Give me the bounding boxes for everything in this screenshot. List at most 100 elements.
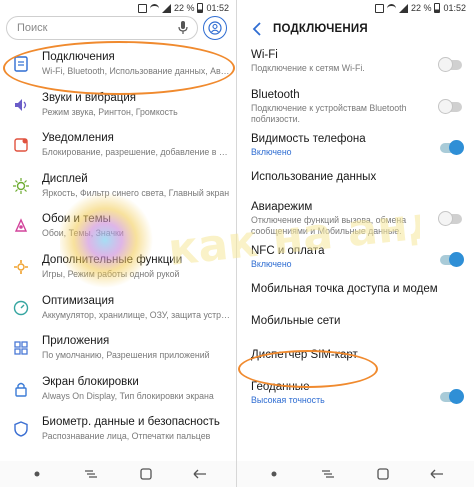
themes-icon <box>14 218 28 233</box>
connections-item[interactable]: NFC и оплата Включено <box>237 244 474 282</box>
connections-list: Wi-Fi Подключение к сетям Wi-Fi. Bluetooth… <box>237 48 474 420</box>
apps-icon <box>14 341 28 355</box>
connections-item-title: Видимость телефона <box>251 133 366 145</box>
search-placeholder: Поиск <box>17 22 48 34</box>
connections-item-title: Bluetooth <box>251 89 300 101</box>
connections-item-title: Мобильная точка доступа и модем <box>251 283 438 295</box>
toggle-switch[interactable] <box>440 389 464 404</box>
settings-item-biometrics[interactable]: Биометр. данные и безопасность Распознава… <box>0 411 237 452</box>
clock: 01:52 <box>443 3 466 13</box>
battery-icon <box>197 3 204 13</box>
connections-item-subtitle: Подключение к устройствам Bluetooth побл… <box>251 103 407 124</box>
settings-item-title: Приложения <box>42 335 110 348</box>
sim-icon <box>137 3 147 13</box>
settings-item-subtitle: Игры, Режим работы одной рукой <box>42 268 180 279</box>
toggle-switch[interactable] <box>438 57 462 72</box>
toggle-knob <box>449 389 464 404</box>
connections-item[interactable]: Видимость телефона Включено <box>237 132 474 170</box>
connections-item-title: NFC и оплата <box>251 245 325 257</box>
settings-item-connections[interactable]: Подключения Wi-Fi, Bluetooth, Использован… <box>0 46 237 87</box>
toggle-knob <box>438 211 453 226</box>
toggle-knob <box>438 99 453 114</box>
connections-item-subtitle: Включено <box>251 259 292 269</box>
connections-item[interactable]: Диспетчер SIM-карт <box>237 348 474 380</box>
settings-item-title: Уведомления <box>42 132 114 145</box>
settings-item-apps[interactable]: Приложения По умолчанию, Разрешения прило… <box>0 330 237 371</box>
toggle-switch[interactable] <box>440 252 464 267</box>
connections-item[interactable]: Мобильная точка доступа и модем <box>237 282 474 314</box>
settings-item-title: Дисплей <box>42 172 88 185</box>
toggle-switch[interactable] <box>440 140 464 155</box>
connections-item-title: Диспетчер SIM-карт <box>251 349 358 361</box>
microphone-icon[interactable] <box>175 20 191 36</box>
connections-item[interactable]: Wi-Fi Подключение к сетям Wi-Fi. <box>237 48 474 88</box>
sound-icon <box>15 98 27 111</box>
status-bar: 22 % 01:52 <box>237 0 474 16</box>
settings-item-title: Дополнительные функции <box>42 253 183 266</box>
settings-item-advanced-features[interactable]: Дополнительные функции Игры, Режим работы… <box>0 249 237 290</box>
back-icon[interactable] <box>429 466 445 482</box>
connections-icon <box>14 56 28 72</box>
connections-item-title: Использование данных <box>251 171 377 183</box>
settings-item-subtitle: Распознавание лица, Отпечатки пальцев <box>42 431 211 442</box>
back-arrow-icon[interactable] <box>247 19 267 39</box>
settings-item-subtitle: Обои, Темы, Значки <box>42 228 124 239</box>
connections-item-subtitle: Подключение к сетям Wi-Fi. <box>251 63 365 73</box>
toggle-knob <box>449 252 464 267</box>
connections-header: ПОДКЛЮЧЕНИЯ <box>237 16 474 42</box>
toggle-knob <box>449 140 464 155</box>
biometrics-icon <box>14 421 28 438</box>
settings-item-subtitle: Блокирование, разрешение, добавление в п… <box>42 147 237 158</box>
toggle-switch[interactable] <box>438 99 462 114</box>
toggle-switch[interactable] <box>438 211 462 226</box>
optimization-icon <box>13 300 29 315</box>
recent-apps-icon[interactable] <box>83 466 99 482</box>
navigation-bar <box>0 461 237 487</box>
clock: 01:52 <box>206 3 229 13</box>
settings-list: Подключения Wi-Fi, Bluetooth, Использован… <box>0 46 237 452</box>
settings-item-title: Звуки и вибрация <box>42 91 136 104</box>
sim-icon <box>374 3 384 13</box>
settings-item-optimization[interactable]: Оптимизация Аккумулятор, хранилище, ОЗУ, … <box>0 290 237 331</box>
connections-item[interactable]: Авиарежим Отключение функций вызова, обме… <box>237 200 474 244</box>
settings-item-lock-screen[interactable]: Экран блокировки Always On Display, Тип б… <box>0 371 237 412</box>
display-icon <box>13 177 29 194</box>
advanced-features-icon <box>14 259 28 274</box>
settings-item-title: Обои и темы <box>42 213 111 226</box>
dot-icon[interactable] <box>266 466 282 482</box>
settings-screen: 22 % 01:52 Поиск Подключения Wi-Fi, Bluet… <box>0 0 237 487</box>
connections-item[interactable]: Мобильные сети <box>237 314 474 348</box>
connections-item-title: Геоданные <box>251 381 310 393</box>
settings-item-display[interactable]: Дисплей Яркость, Фильтр синего света, Гла… <box>0 168 237 209</box>
home-icon[interactable] <box>375 466 391 482</box>
connections-screen: 22 % 01:52 ПОДКЛЮЧЕНИЯ Wi-Fi Подключение … <box>237 0 474 487</box>
connections-item-title: Авиарежим <box>251 201 313 213</box>
connections-item[interactable]: Использование данных <box>237 170 474 200</box>
connections-item-subtitle: Высокая точность <box>251 395 325 405</box>
settings-item-subtitle: Режим звука, Рингтон, Громкость <box>42 106 178 117</box>
back-icon[interactable] <box>192 466 208 482</box>
account-button[interactable] <box>203 16 227 40</box>
notifications-icon <box>14 138 28 152</box>
settings-item-title: Оптимизация <box>42 294 115 307</box>
connections-item-title: Мобильные сети <box>251 315 341 327</box>
settings-item-sound[interactable]: Звуки и вибрация Режим звука, Рингтон, Гр… <box>0 87 237 128</box>
battery-percent: 22 % <box>410 3 432 13</box>
account-icon <box>208 21 222 35</box>
recent-apps-icon[interactable] <box>320 466 336 482</box>
settings-item-themes[interactable]: Обои и темы Обои, Темы, Значки <box>0 208 237 249</box>
settings-item-title: Биометр. данные и безопасность <box>42 416 220 429</box>
settings-item-title: Подключения <box>42 51 115 63</box>
connections-item-subtitle: Включено <box>251 147 292 157</box>
dot-icon[interactable] <box>29 466 45 482</box>
search-bar[interactable]: Поиск <box>6 16 198 40</box>
wifi-icon <box>149 3 159 13</box>
toggle-knob <box>438 57 453 72</box>
connections-item[interactable]: Bluetooth Подключение к устройствам Bluet… <box>237 88 474 132</box>
connections-item-title: Wi-Fi <box>251 49 278 61</box>
home-icon[interactable] <box>138 466 154 482</box>
connections-item[interactable]: Геоданные Высокая точность <box>237 380 474 420</box>
settings-item-subtitle: Яркость, Фильтр синего света, Главный эк… <box>42 187 230 198</box>
settings-item-notifications[interactable]: Уведомления Блокирование, разрешение, доб… <box>0 127 237 168</box>
battery-icon <box>434 3 441 13</box>
